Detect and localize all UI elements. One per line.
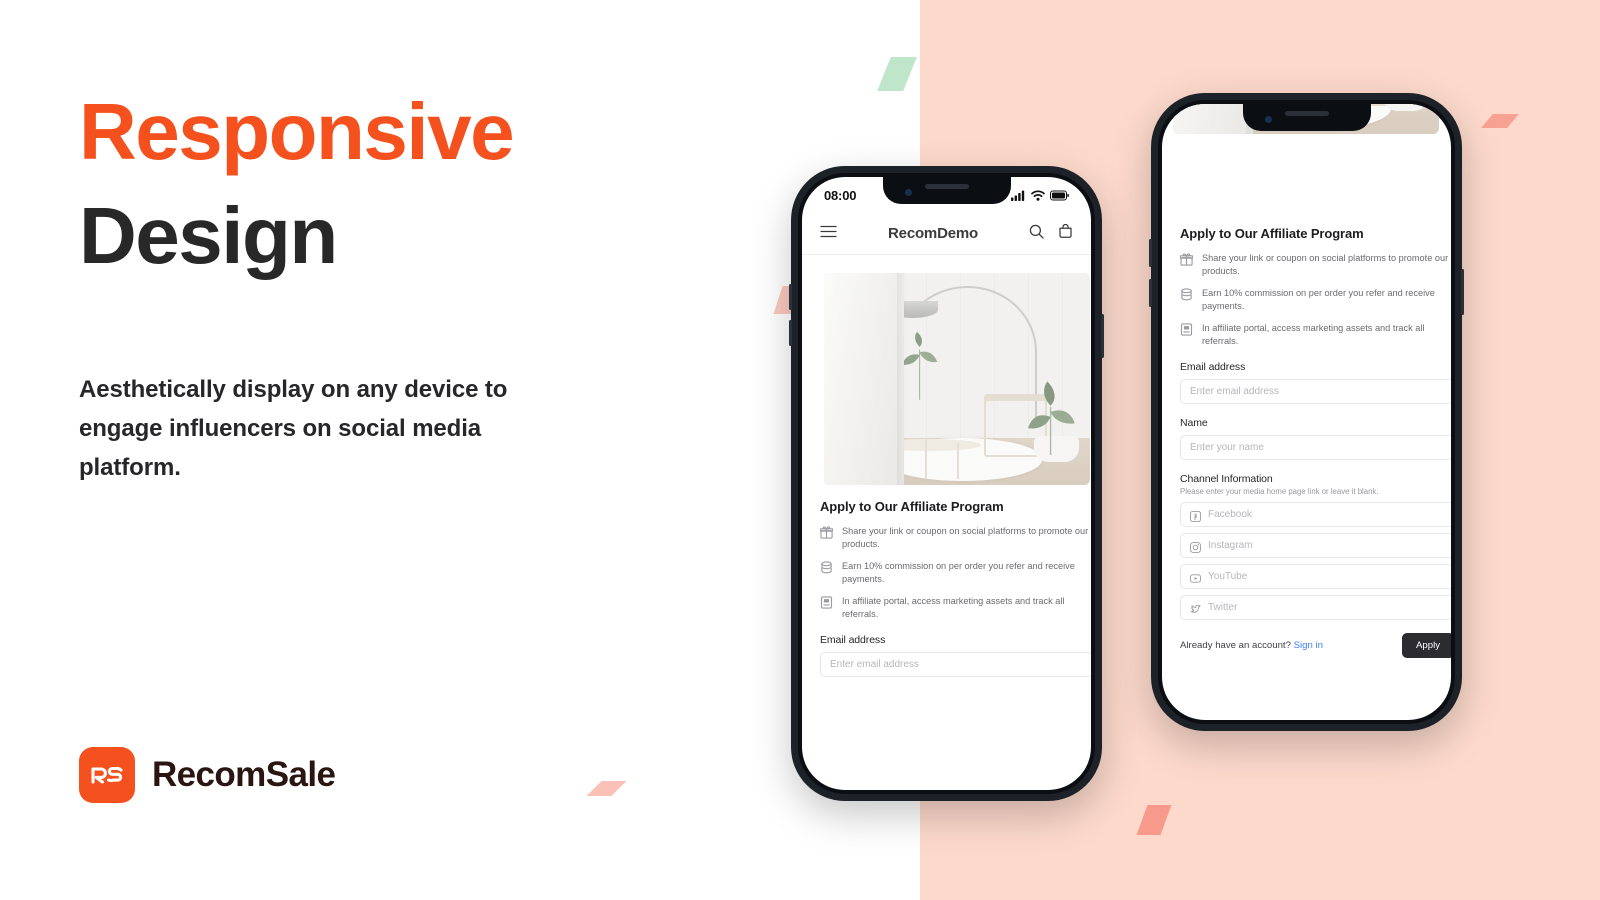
email-field-placeholder: Enter email address	[1190, 386, 1279, 398]
benefits-list: Share your link or coupon on social plat…	[1179, 252, 1451, 348]
facebook-field[interactable]: Facebook	[1180, 502, 1451, 528]
portal-icon	[820, 596, 833, 609]
earpiece-speaker-icon	[924, 184, 969, 189]
phone1-app-header: RecomDemo	[802, 213, 1091, 255]
phone-mockup-back: Apply to Our Affiliate Program Share you…	[1149, 93, 1464, 731]
room-photo-art	[824, 273, 1090, 485]
coins-icon	[1180, 288, 1193, 301]
list-item: Earn 10% commission on per order you ref…	[1180, 287, 1451, 313]
email-field-label: Email address	[820, 634, 886, 647]
logo-wordmark: RecomSale	[152, 755, 336, 794]
email-field[interactable]: Enter email address	[820, 652, 1091, 678]
twitter-field[interactable]: Twitter	[1180, 595, 1451, 621]
phone1-volume-down-button[interactable]	[789, 320, 792, 346]
shopping-bag-icon[interactable]	[1058, 223, 1073, 244]
benefit-text: Earn 10% commission on per order you ref…	[842, 561, 1075, 585]
youtube-field[interactable]: YouTube	[1180, 564, 1451, 590]
page-title: Responsive Design	[79, 92, 699, 276]
headline-line-2: Design	[79, 191, 338, 280]
affiliate-section-title: Apply to Our Affiliate Program	[1180, 226, 1364, 241]
email-field[interactable]: Enter email address	[1180, 379, 1451, 405]
benefit-text: Share your link or coupon on social plat…	[1202, 253, 1449, 277]
gift-icon	[819, 526, 834, 539]
instagram-icon	[1190, 540, 1201, 554]
phone2-volume-down-button[interactable]	[1149, 279, 1152, 307]
list-item: Share your link or coupon on social plat…	[1179, 252, 1451, 278]
signin-prompt-text: Already have an account?	[1180, 640, 1291, 652]
brand-logo: RecomSale	[79, 747, 336, 803]
signin-link[interactable]: Sign in	[1294, 640, 1323, 651]
name-field-placeholder: Enter your name	[1190, 442, 1264, 454]
benefit-text: Earn 10% commission on per order you ref…	[1202, 288, 1435, 312]
benefit-text: In affiliate portal, access marketing as…	[842, 596, 1065, 620]
benefit-text: In affiliate portal, access marketing as…	[1202, 323, 1425, 347]
form-footer: Already have an account? Sign in Apply	[1180, 633, 1451, 659]
twitter-placeholder: Twitter	[1208, 602, 1238, 614]
instagram-field[interactable]: Instagram	[1180, 533, 1451, 559]
phone2-volume-up-button[interactable]	[1149, 239, 1152, 267]
app-brand-title: RecomDemo	[888, 225, 978, 242]
phone2-power-button[interactable]	[1461, 269, 1464, 315]
list-item: In affiliate portal, access marketing as…	[1180, 322, 1451, 348]
list-item: In affiliate portal, access marketing as…	[820, 595, 1091, 621]
twitter-icon	[1190, 602, 1201, 614]
logo-mark-icon	[79, 747, 135, 803]
phone1-screen: 08:00 RecomDemo Apply to Our Affiliate P…	[802, 177, 1091, 790]
youtube-icon	[1190, 571, 1201, 583]
cellular-signal-icon	[1011, 190, 1025, 201]
front-camera-icon	[904, 189, 912, 196]
list-item: Share your link or coupon on social plat…	[819, 525, 1091, 551]
portal-icon	[1180, 323, 1193, 336]
affiliate-section-title: Apply to Our Affiliate Program	[820, 499, 1004, 514]
hero-subcopy: Aesthetically display on any device to e…	[79, 376, 508, 481]
slide-canvas: Responsive Design Aesthetically display …	[0, 0, 1600, 900]
wifi-icon	[1031, 189, 1045, 201]
youtube-placeholder: YouTube	[1208, 571, 1248, 583]
name-field[interactable]: Enter your name	[1180, 435, 1451, 461]
name-field-label: Name	[1180, 417, 1208, 430]
coins-icon	[820, 561, 833, 574]
phone2-screen: Apply to Our Affiliate Program Share you…	[1162, 104, 1451, 720]
phone2-content: Apply to Our Affiliate Program Share you…	[1179, 226, 1451, 659]
status-clock: 08:00	[824, 187, 857, 203]
apply-button[interactable]: Apply	[1402, 633, 1451, 659]
battery-icon	[1050, 190, 1069, 200]
channel-section-label: Channel Information	[1180, 473, 1273, 486]
benefit-text: Share your link or coupon on social plat…	[842, 526, 1089, 550]
phone1-volume-up-button[interactable]	[789, 284, 792, 310]
front-camera-icon	[1264, 116, 1272, 123]
phone-mockup-front: 08:00 RecomDemo Apply to Our Affiliate P…	[789, 166, 1104, 801]
search-icon[interactable]	[1029, 224, 1044, 244]
hero-text-column: Responsive Design Aesthetically display …	[79, 92, 699, 488]
channel-section-hint: Please enter your media home page link o…	[1180, 487, 1379, 497]
facebook-placeholder: Facebook	[1208, 509, 1252, 521]
product-hero-image	[824, 273, 1090, 485]
phone2-notch	[1242, 104, 1371, 131]
phone1-content: Apply to Our Affiliate Program Share you…	[819, 499, 1091, 678]
gift-icon	[1179, 253, 1194, 266]
list-item: Earn 10% commission on per order you ref…	[820, 560, 1091, 586]
benefits-list: Share your link or coupon on social plat…	[819, 525, 1091, 621]
phone1-power-button[interactable]	[1101, 314, 1104, 358]
headline-line-1: Responsive	[79, 87, 515, 176]
email-field-placeholder: Enter email address	[830, 659, 919, 671]
signin-prompt: Already have an account? Sign in	[1180, 640, 1323, 651]
facebook-icon	[1190, 509, 1201, 523]
hamburger-menu-icon[interactable]	[820, 225, 837, 243]
instagram-placeholder: Instagram	[1208, 540, 1253, 552]
status-icons	[1011, 189, 1069, 201]
earpiece-speaker-icon	[1284, 111, 1329, 116]
email-field-label: Email address	[1180, 361, 1246, 374]
phone1-notch	[882, 177, 1011, 204]
